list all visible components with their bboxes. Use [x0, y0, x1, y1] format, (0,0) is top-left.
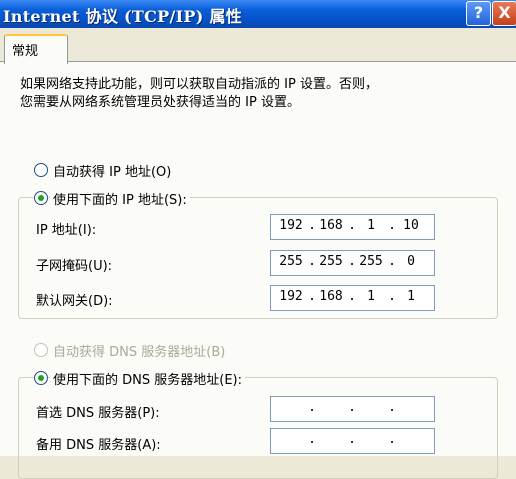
default-gateway-label: 默认网关(D):: [36, 294, 113, 309]
auto-ip-label[interactable]: 自动获得 IP 地址(O): [53, 161, 171, 180]
mask-octet-4: 0: [407, 254, 415, 269]
octet-separator: .: [388, 432, 396, 447]
gateway-octet-4: 1: [407, 289, 415, 304]
tab-general-label: 常规: [12, 44, 39, 59]
auto-ip-radio[interactable]: [34, 163, 48, 177]
gateway-octet-1: 192: [279, 289, 303, 304]
octet-separator: .: [308, 218, 316, 233]
auto-dns-label[interactable]: 自动获得 DNS 服务器地址(B): [53, 341, 225, 360]
mask-octet-2: 255: [319, 254, 343, 269]
octet-separator: .: [388, 254, 396, 269]
preferred-dns-field[interactable]: . . .: [270, 396, 435, 422]
window-title: Internet 协议 (TCP/IP) 属性: [3, 7, 243, 26]
preferred-dns-label: 首选 DNS 服务器(P):: [36, 406, 160, 421]
mask-octet-1: 255: [279, 254, 303, 269]
octet-separator: .: [308, 254, 316, 269]
octet-separator: .: [348, 400, 356, 415]
default-gateway-field[interactable]: 192. 168. 1. 1: [270, 285, 435, 311]
manual-ip-label[interactable]: 使用下面的 IP 地址(S):: [50, 189, 190, 208]
gateway-octet-3: 1: [367, 289, 375, 304]
ip-octet-4: 10: [403, 218, 419, 233]
octet-separator: .: [348, 289, 356, 304]
octet-separator: .: [348, 218, 356, 233]
octet-separator: .: [388, 289, 396, 304]
gateway-octet-2: 168: [319, 289, 343, 304]
alternate-dns-field[interactable]: . . .: [270, 428, 435, 454]
octet-separator: .: [388, 218, 396, 233]
close-button[interactable]: X: [492, 1, 516, 26]
description-text: 如果网络支持此功能，则可以获取自动指派的 IP 设置。否则， 您需要从网络系统管…: [20, 77, 378, 110]
octet-separator: .: [348, 432, 356, 447]
subnet-mask-field[interactable]: 255. 255. 255. 0: [270, 250, 435, 276]
ip-octet-1: 192: [279, 218, 303, 233]
octet-separator: .: [388, 400, 396, 415]
tab-general[interactable]: 常规: [4, 34, 68, 64]
octet-separator: .: [348, 254, 356, 269]
ip-address-label: IP 地址(I):: [36, 223, 97, 238]
ip-octet-3: 1: [367, 218, 375, 233]
help-button[interactable]: ?: [466, 1, 491, 26]
octet-separator: .: [308, 432, 316, 447]
octet-separator: .: [308, 400, 316, 415]
mask-octet-3: 255: [359, 254, 383, 269]
manual-dns-radio[interactable]: [34, 371, 48, 385]
title-bar[interactable]: Internet 协议 (TCP/IP) 属性 ? X: [0, 0, 516, 28]
manual-dns-label[interactable]: 使用下面的 DNS 服务器地址(E):: [50, 369, 245, 388]
alternate-dns-label: 备用 DNS 服务器(A):: [36, 438, 161, 453]
ip-address-field[interactable]: 192. 168. 1. 10: [270, 214, 435, 240]
octet-separator: .: [308, 289, 316, 304]
ip-octet-2: 168: [319, 218, 343, 233]
subnet-mask-label: 子网掩码(U):: [36, 259, 113, 274]
auto-dns-radio[interactable]: [34, 343, 48, 357]
manual-ip-radio[interactable]: [34, 191, 48, 205]
